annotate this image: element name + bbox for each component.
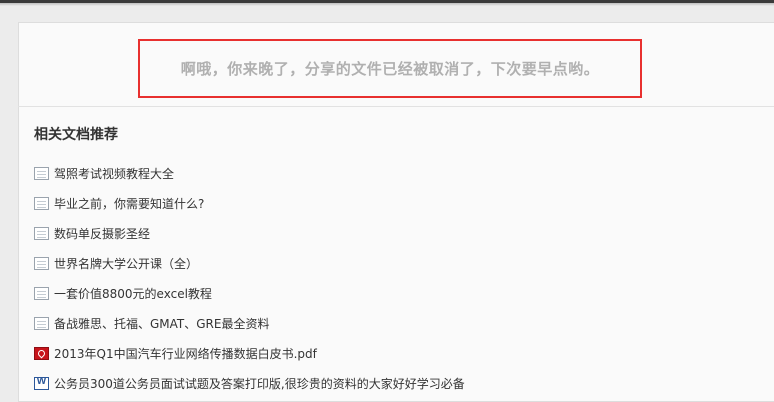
generic-file-icon — [34, 316, 49, 330]
word-file-icon — [34, 376, 49, 390]
doc-link[interactable]: 公务员300道公务员面试试题及答案打印版,很珍贵的资料的大家好好学习必备 — [54, 375, 465, 392]
divider — [18, 106, 774, 107]
list-item[interactable]: 公务员300道公务员面试试题及答案打印版,很珍贵的资料的大家好好学习必备 — [34, 368, 754, 398]
doc-link[interactable]: 2013年Q1中国汽车行业网络传播数据白皮书.pdf — [54, 345, 317, 362]
doc-link[interactable]: 数码单反摄影圣经 — [54, 225, 150, 242]
share-cancelled-notice: 啊哦，你来晚了，分享的文件已经被取消了，下次要早点哟。 — [138, 39, 642, 98]
list-item[interactable]: 备战雅思、托福、GMAT、GRE最全资料 — [34, 308, 754, 338]
list-item[interactable]: 毕业之前，你需要知道什么? — [34, 188, 754, 218]
top-bar-shadow — [0, 3, 774, 6]
generic-file-icon — [34, 166, 49, 180]
related-docs-list: 驾照考试视频教程大全 毕业之前，你需要知道什么? 数码单反摄影圣经 世界名牌大学… — [34, 158, 754, 398]
doc-link[interactable]: 一套价值8800元的excel教程 — [54, 285, 212, 302]
list-item[interactable]: 世界名牌大学公开课（全） — [34, 248, 754, 278]
list-item[interactable]: 一套价值8800元的excel教程 — [34, 278, 754, 308]
notice-message: 啊哦，你来晚了，分享的文件已经被取消了，下次要早点哟。 — [180, 60, 600, 78]
doc-link[interactable]: 毕业之前，你需要知道什么? — [54, 195, 204, 212]
list-item[interactable]: 数码单反摄影圣经 — [34, 218, 754, 248]
list-item[interactable]: 驾照考试视频教程大全 — [34, 158, 754, 188]
doc-link[interactable]: 世界名牌大学公开课（全） — [54, 255, 198, 272]
generic-file-icon — [34, 196, 49, 210]
doc-link[interactable]: 备战雅思、托福、GMAT、GRE最全资料 — [54, 315, 269, 332]
doc-link[interactable]: 驾照考试视频教程大全 — [54, 165, 174, 182]
list-item[interactable]: 2013年Q1中国汽车行业网络传播数据白皮书.pdf — [34, 338, 754, 368]
related-docs-title: 相关文档推荐 — [34, 127, 118, 143]
generic-file-icon — [34, 256, 49, 270]
generic-file-icon — [34, 226, 49, 240]
pdf-file-icon — [34, 346, 49, 360]
generic-file-icon — [34, 286, 49, 300]
